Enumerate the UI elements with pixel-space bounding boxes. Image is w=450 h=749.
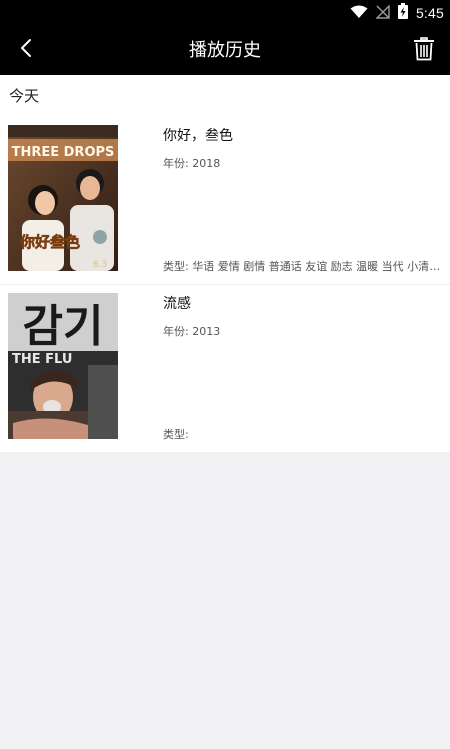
status-time: 5:45: [415, 5, 444, 21]
no-signal-icon: [375, 3, 390, 23]
history-list: 今天 THREE DROPS 你好叁色 6.3 你好，叁色 年份: 2018 类…: [0, 75, 450, 452]
item-genre: 类型:: [163, 428, 189, 441]
app-bar: 播放历史: [0, 26, 450, 75]
poster-banner-text: 감기: [23, 301, 104, 352]
battery-charging-icon: [397, 3, 408, 23]
poster-art: 감기 THE FLU: [8, 293, 118, 439]
delete-button[interactable]: [408, 35, 440, 67]
poster-image[interactable]: 감기 THE FLU: [8, 293, 118, 439]
poster-badge-text: 6.3: [93, 260, 107, 270]
poster-art: THREE DROPS 你好叁色 6.3: [8, 125, 118, 271]
poster-image[interactable]: THREE DROPS 你好叁色 6.3: [8, 125, 118, 271]
wifi-icon: [350, 4, 368, 23]
list-item[interactable]: 감기 THE FLU 流感 年份: 2013 类型:: [0, 284, 450, 452]
item-title[interactable]: 你好，叁色: [163, 125, 233, 145]
poster-subtitle-text: THE FLU: [12, 352, 72, 367]
item-genre: 类型: 华语 爱情 剧情 普通话 友谊 励志 温暖 当代 小清新 网络电影: [163, 260, 448, 273]
section-header-today: 今天: [9, 87, 40, 105]
status-icons: 5:45: [350, 0, 444, 26]
status-bar: 5:45: [0, 0, 450, 26]
trash-icon: [413, 37, 435, 65]
item-year: 年份: 2013: [163, 325, 221, 338]
item-title[interactable]: 流感: [163, 293, 191, 313]
page-title: 播放历史: [189, 40, 261, 61]
list-item[interactable]: THREE DROPS 你好叁色 6.3 你好，叁色 年份: 2018 类型: …: [0, 117, 450, 284]
poster-banner-text: THREE DROPS: [12, 145, 115, 160]
item-year: 年份: 2018: [163, 157, 221, 170]
poster-logo-text: 你好叁色: [19, 233, 80, 251]
